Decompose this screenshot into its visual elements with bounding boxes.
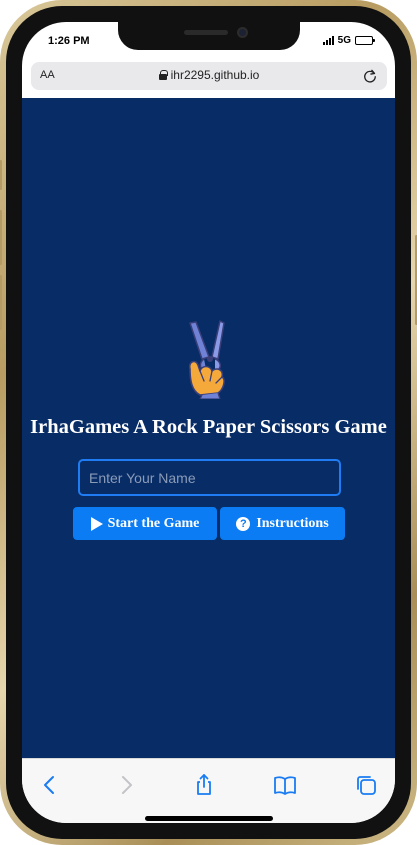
side-button bbox=[0, 275, 2, 330]
signal-icon bbox=[322, 36, 334, 45]
browser-toolbar bbox=[22, 758, 395, 823]
start-game-button[interactable]: Start the Game bbox=[73, 507, 217, 540]
scissors-hand-icon bbox=[188, 320, 225, 399]
lock-icon bbox=[158, 70, 168, 80]
status-bar: 1:26 PM 5G bbox=[22, 22, 395, 58]
bookmarks-icon[interactable] bbox=[273, 773, 297, 797]
forward-icon[interactable] bbox=[114, 773, 138, 797]
tabs-icon[interactable] bbox=[354, 773, 378, 797]
start-game-label: Start the Game bbox=[107, 515, 200, 531]
play-icon bbox=[90, 516, 103, 531]
status-time: 1:26 PM bbox=[48, 35, 90, 47]
page-title: IrhaGames A Rock Paper Scissors Game bbox=[30, 416, 387, 438]
url-display[interactable]: ihr2295.github.io bbox=[31, 68, 387, 82]
game-page: IrhaGames A Rock Paper Scissors Game Sta… bbox=[22, 98, 395, 758]
url-text: ihr2295.github.io bbox=[170, 68, 260, 82]
status-indicators: 5G bbox=[322, 35, 375, 46]
share-icon[interactable] bbox=[192, 773, 216, 797]
instructions-button[interactable]: ? Instructions bbox=[220, 507, 345, 540]
instructions-label: Instructions bbox=[256, 515, 329, 531]
home-indicator[interactable] bbox=[145, 816, 273, 821]
side-button bbox=[0, 210, 2, 265]
address-bar[interactable]: AA ihr2295.github.io bbox=[31, 62, 387, 90]
phone-screen: 1:26 PM 5G AA ihr2295.github.io IrhaGame… bbox=[22, 22, 395, 823]
speaker-grille bbox=[184, 30, 228, 35]
notch bbox=[118, 22, 300, 50]
question-circle-icon: ? bbox=[236, 516, 251, 531]
front-camera bbox=[237, 27, 248, 38]
network-label: 5G bbox=[337, 35, 351, 46]
reload-icon[interactable] bbox=[361, 67, 379, 85]
back-icon[interactable] bbox=[38, 773, 62, 797]
side-button bbox=[0, 160, 2, 190]
battery-icon bbox=[355, 36, 375, 45]
player-name-input[interactable] bbox=[78, 459, 341, 496]
